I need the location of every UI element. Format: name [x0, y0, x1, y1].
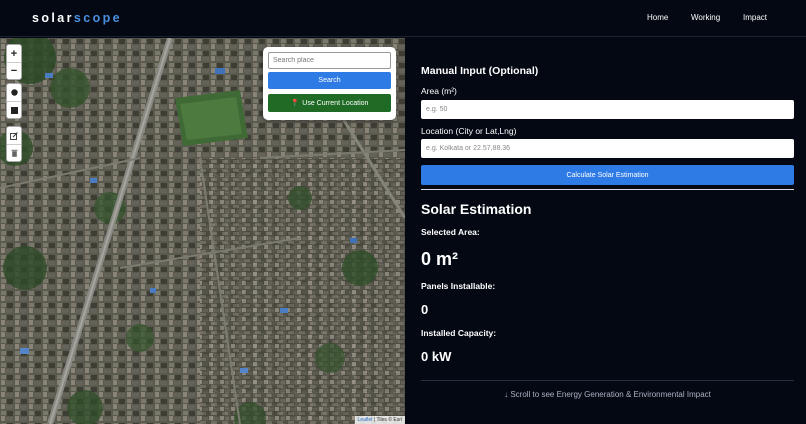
zoom-control: + −	[6, 44, 22, 80]
panels-installable-value: 0	[421, 302, 429, 317]
draw-circle-button[interactable]	[7, 84, 21, 101]
selected-area-value: 0 m²	[421, 249, 459, 269]
circle-icon	[10, 89, 18, 96]
brand-logo[interactable]: solarscope	[32, 11, 122, 25]
brand-logo-part2: scope	[73, 11, 123, 25]
scroll-hint: ↓ Scroll to see Energy Generation & Envi…	[504, 390, 711, 399]
trash-icon	[11, 149, 17, 157]
location-input[interactable]	[421, 139, 794, 158]
location-label: Location (City or Lat,Lng)	[421, 126, 517, 136]
place-search-input[interactable]	[268, 52, 391, 69]
location-pin-icon: 📍	[290, 100, 300, 107]
control-panel: Manual Input (Optional) Area (m²) Locati…	[405, 38, 806, 424]
bottom-divider	[421, 380, 794, 381]
attribution-text: | Tiles © Esri	[372, 417, 402, 423]
draw-toolbar	[6, 83, 22, 119]
calculate-estimation-button[interactable]: Calculate Solar Estimation	[421, 165, 794, 185]
place-search-panel: Search 📍 Use Current Location	[263, 47, 396, 120]
installed-capacity-label: Installed Capacity:	[421, 328, 497, 338]
solar-estimation-heading: Solar Estimation	[421, 201, 532, 217]
edit-layers-button[interactable]	[7, 127, 21, 144]
leaflet-link[interactable]: Leaflet	[358, 417, 373, 423]
edit-icon	[10, 131, 18, 140]
delete-layers-button[interactable]	[7, 144, 21, 161]
use-current-location-label: Use Current Location	[302, 99, 369, 107]
draw-rectangle-button[interactable]	[7, 101, 21, 118]
panels-installable-label: Panels Installable:	[421, 281, 496, 291]
top-navbar: solarscope Home Working Impact	[0, 0, 806, 37]
satellite-map[interactable]: + − Search 📍 Use Curren	[0, 38, 405, 424]
area-input[interactable]	[421, 100, 794, 119]
installed-capacity-value: 0 kW	[421, 349, 452, 364]
square-icon	[10, 106, 18, 114]
selected-area-label: Selected Area:	[421, 227, 480, 237]
edit-toolbar	[6, 126, 22, 162]
area-label: Area (m²)	[421, 86, 457, 96]
zoom-out-button[interactable]: −	[7, 62, 21, 79]
section-divider	[421, 189, 794, 190]
zoom-in-button[interactable]: +	[7, 45, 21, 62]
nav-impact-link[interactable]: Impact	[743, 13, 767, 22]
manual-input-heading: Manual Input (Optional)	[421, 65, 539, 77]
map-attribution: Leaflet | Tiles © Esri	[354, 416, 405, 424]
nav-working-link[interactable]: Working	[691, 13, 720, 22]
search-button[interactable]: Search	[268, 72, 391, 89]
brand-logo-part1: solar	[32, 11, 74, 25]
nav-home-link[interactable]: Home	[647, 13, 668, 22]
use-current-location-button[interactable]: 📍 Use Current Location	[268, 94, 391, 112]
